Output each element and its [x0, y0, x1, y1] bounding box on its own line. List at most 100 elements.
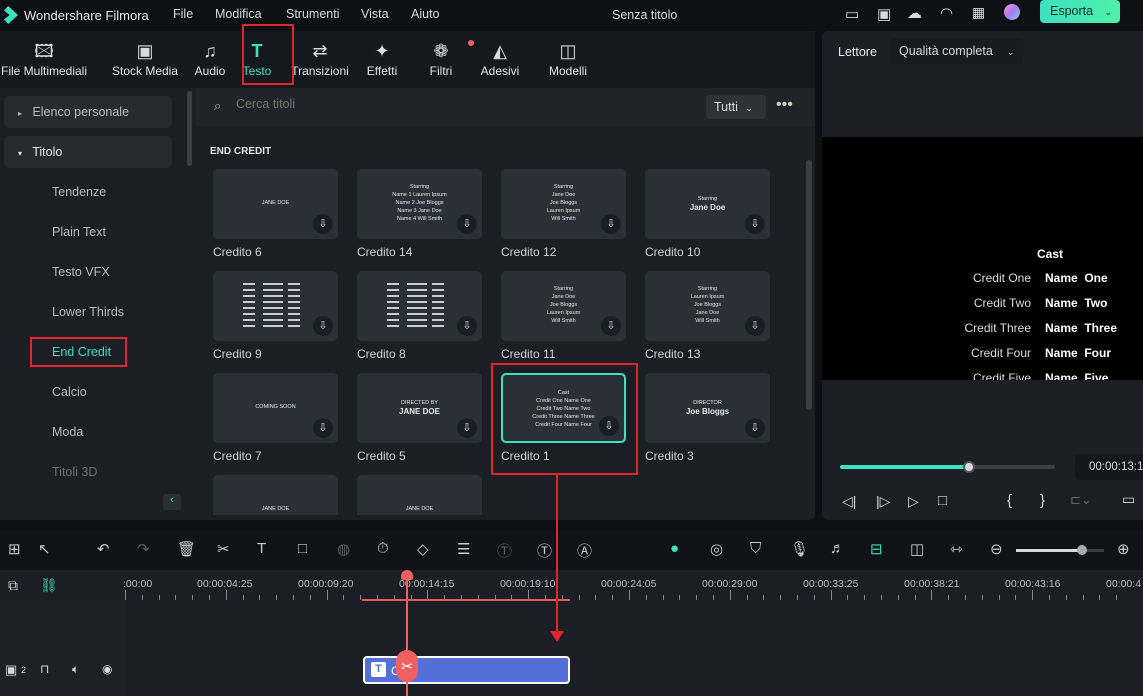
download-icon[interactable]: ⇩ — [457, 316, 477, 336]
zoom-slider[interactable] — [1016, 545, 1104, 555]
title-card[interactable]: Starring Name 1 Lauren Ipsum Name 2 Joe Bl… — [357, 169, 482, 239]
mic-icon[interactable]: 🎙︎ — [790, 540, 809, 558]
filter-dropdown[interactable]: Tutti ⌄ — [706, 95, 766, 119]
undo-icon[interactable]: ↶ — [97, 540, 110, 558]
download-icon[interactable]: ⇩ — [457, 214, 477, 234]
avatar[interactable] — [1004, 4, 1020, 20]
marker-icon[interactable]: ⛉ — [750, 540, 761, 557]
tool-stock-media[interactable]: ▣ Stock Media — [105, 40, 185, 78]
title-card[interactable]: JANE DOE — [357, 475, 482, 515]
sidebar-item-tendenze[interactable]: Tendenze — [0, 176, 168, 208]
apps-grid-icon[interactable]: ▦ — [972, 4, 985, 21]
eye-icon[interactable]: ◉ — [102, 662, 112, 676]
volume-icon[interactable]: 🔈︎ — [72, 662, 79, 677]
sidebar-scrollbar[interactable] — [187, 91, 192, 166]
sidebar-item-calcio[interactable]: Calcio — [0, 376, 168, 408]
player-tab[interactable]: Lettore — [838, 45, 877, 59]
redo-icon[interactable]: ↷ — [137, 540, 150, 558]
playhead-handle[interactable] — [401, 570, 413, 580]
title-card[interactable]: Starring Jane Doe Joe Bloggs Lauren Ipsum Wi… — [501, 271, 626, 341]
translate-icon[interactable]: Ⓐ — [577, 540, 592, 561]
fit-icon[interactable]: ⇿ — [950, 540, 963, 558]
scissors-cut-icon[interactable]: ✂ — [396, 650, 418, 682]
download-icon[interactable]: ⇩ — [745, 316, 765, 336]
mark-out-icon[interactable]: } — [1040, 492, 1045, 509]
speech-text-icon[interactable]: Ⓣ — [497, 540, 512, 561]
crop-icon[interactable]: □ — [298, 540, 307, 557]
progress-track[interactable] — [840, 461, 1055, 473]
title-card[interactable]: COMING SOON ⇩ — [213, 373, 338, 443]
delete-icon[interactable]: 🗑︎ — [177, 540, 196, 558]
title-card[interactable]: ⇩ — [213, 271, 338, 341]
menu-file[interactable]: File — [173, 7, 193, 21]
tool-adesivi[interactable]: ◭ Adesivi — [470, 40, 530, 78]
zoom-in-icon[interactable]: ⊕ — [1117, 540, 1130, 558]
link-icon[interactable]: ⛓ — [40, 577, 58, 594]
play-icon[interactable]: ▷ — [908, 493, 919, 510]
search-input[interactable] — [236, 97, 636, 111]
layout-icon[interactable]: ▭ — [845, 5, 859, 23]
menu-modifica[interactable]: Modifica — [215, 7, 262, 21]
lock-icon[interactable]: ⊓ — [40, 662, 49, 676]
progress-handle[interactable] — [963, 461, 975, 473]
title-card[interactable]: ⇩ — [357, 271, 482, 341]
title-card[interactable]: Starring Lauren Ipsum Joe Bloggs Jane Doe Wi… — [645, 271, 770, 341]
collapse-sidebar-button[interactable]: ‹ — [163, 494, 181, 510]
tool-modelli[interactable]: ◫ Modelli — [530, 40, 606, 78]
music-track-icon[interactable]: ♬ — [830, 540, 845, 557]
download-icon[interactable]: ⇩ — [313, 316, 333, 336]
snap-icon[interactable]: ⊟ — [870, 540, 883, 558]
more-options-icon[interactable]: ••• — [776, 96, 793, 114]
download-icon[interactable]: ⇩ — [601, 316, 621, 336]
zoom-slider-handle[interactable] — [1077, 545, 1087, 555]
tool-effetti[interactable]: ✦ Effetti — [353, 40, 411, 78]
mark-in-icon[interactable]: { — [1007, 492, 1012, 509]
download-icon[interactable]: ⇩ — [745, 418, 765, 438]
menu-vista[interactable]: Vista — [361, 7, 389, 21]
title-card[interactable]: Starring Jane Doe Joe Bloggs Lauren Ipsum Wi… — [501, 169, 626, 239]
title-clip[interactable]: T C — [363, 656, 570, 684]
download-icon[interactable]: ⇩ — [313, 418, 333, 438]
preview-eye-icon[interactable]: ◫ — [910, 540, 924, 558]
quality-dropdown[interactable]: Qualità completa ⌄ — [891, 38, 1023, 64]
headset-icon[interactable]: ◠ — [940, 4, 953, 22]
title-card[interactable]: DIRECTED BY JANE DOE ⇩ — [357, 373, 482, 443]
sidebar-item-titoli-3d[interactable]: Titoli 3D — [0, 456, 168, 488]
next-frame-icon[interactable]: |▷ — [876, 493, 890, 510]
title-card[interactable]: JANE DOE — [213, 475, 338, 515]
previous-frame-icon[interactable]: ◁| — [842, 493, 856, 510]
menu-aiuto[interactable]: Aiuto — [411, 7, 440, 21]
render-icon[interactable]: ◎ — [710, 540, 723, 558]
tool-filtri[interactable]: ❁ Filtri — [412, 40, 470, 78]
grid-scrollbar[interactable] — [806, 160, 812, 410]
text-tool-icon[interactable]: T — [257, 540, 266, 557]
title-card[interactable]: DIRECTOR Joe Bloggs ⇩ — [645, 373, 770, 443]
zoom-out-icon[interactable]: ⊖ — [990, 540, 1003, 558]
menu-strumenti[interactable]: Strumenti — [286, 7, 340, 21]
title-card[interactable]: JANE DOE ⇩ — [213, 169, 338, 239]
audio-text-icon[interactable]: Ⓣ — [537, 540, 552, 561]
sidebar-item-lower-thirds[interactable]: Lower Thirds — [0, 296, 168, 328]
download-icon[interactable]: ⇩ — [745, 214, 765, 234]
tool-transizioni[interactable]: ⇄ Transizioni — [290, 40, 350, 78]
timer-icon[interactable]: ⏱︎ — [377, 540, 389, 557]
multi-select-icon[interactable]: ⊞ — [8, 540, 21, 558]
sidebar-item-testo-vfx[interactable]: Testo VFX — [0, 256, 168, 288]
save-icon[interactable]: ▣ — [877, 5, 891, 23]
sidebar-item-plain-text[interactable]: Plain Text — [0, 216, 168, 248]
keyframe-icon[interactable]: ◇ — [417, 540, 429, 558]
cloud-icon[interactable]: ☁ — [907, 4, 922, 22]
stop-icon[interactable]: □ — [938, 492, 947, 509]
tool-file-multimediali[interactable]: 🖾 File Multimediali — [0, 40, 88, 78]
export-button[interactable]: Esporta ⌄ — [1040, 0, 1120, 23]
adjust-icon[interactable]: ☰ — [457, 540, 470, 558]
display-icon[interactable]: ▭ — [1122, 491, 1135, 508]
add-track-icon[interactable]: ⧉ — [8, 577, 18, 594]
sidebar-item-moda[interactable]: Moda — [0, 416, 168, 448]
insert-icon[interactable]: ⊏⌄ — [1070, 492, 1092, 508]
download-icon[interactable]: ⇩ — [313, 214, 333, 234]
title-card[interactable]: Starring Jane Doe ⇩ — [645, 169, 770, 239]
color-icon[interactable]: ◍ — [337, 540, 350, 558]
download-icon[interactable]: ⇩ — [457, 418, 477, 438]
download-icon[interactable]: ⇩ — [601, 214, 621, 234]
